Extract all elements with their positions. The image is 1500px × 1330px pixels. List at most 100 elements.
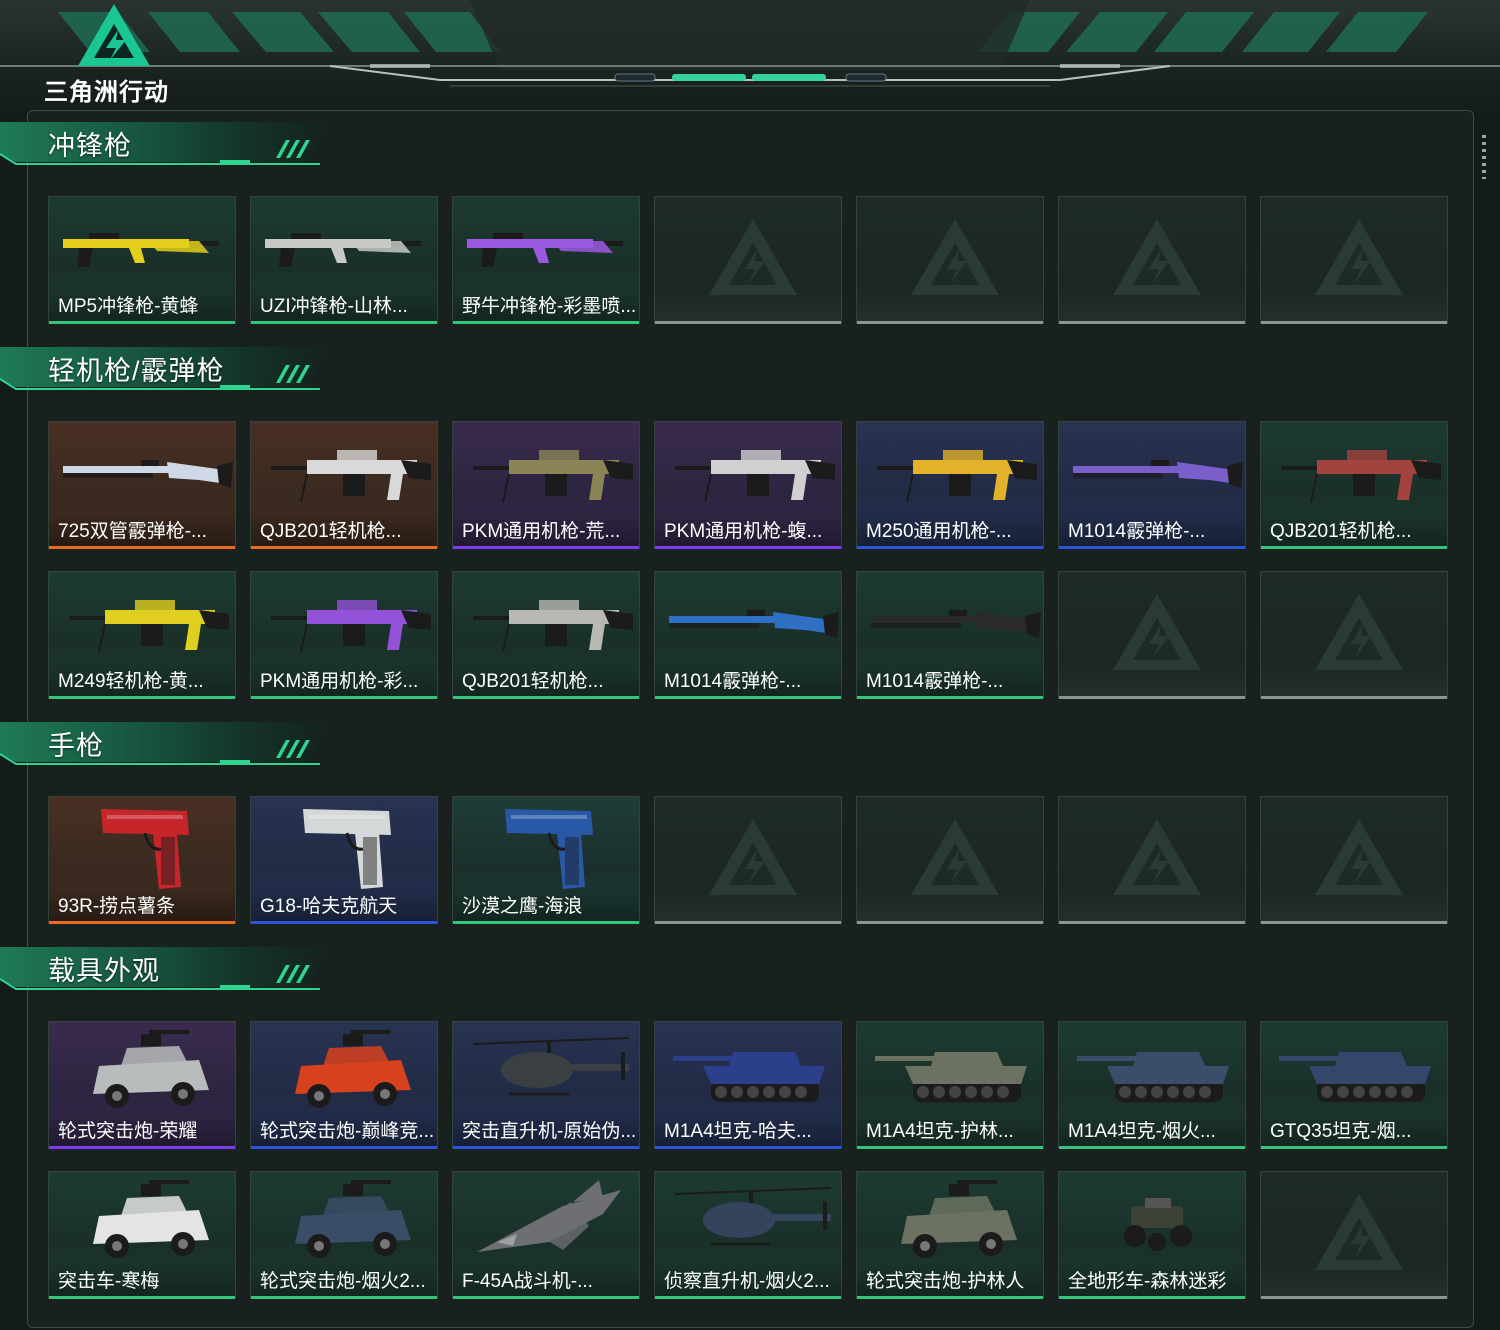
rarity-bar [49,921,235,924]
rarity-bar [49,1296,235,1299]
lmg-icon [675,450,835,503]
skin-card[interactable]: PKM通用机枪-荒... [452,421,640,549]
skin-card[interactable]: PKM通用机枪-彩... [250,571,438,699]
rarity-bar [453,921,639,924]
rarity-bar [49,321,235,324]
rarity-bar [1059,321,1245,324]
rarity-bar [453,1146,639,1149]
rarity-bar [251,546,437,549]
skin-card[interactable]: F-45A战斗机-... [452,1171,640,1299]
pistol-icon [101,809,189,889]
skin-name: 侦察直升机-烟火2... [664,1271,830,1292]
skin-name: 轮式突击炮-烟火2... [260,1271,426,1292]
skin-name: M1A4坦克-护林... [866,1121,1014,1142]
section-title: 轻机枪/霰弹枪 [48,356,225,386]
rarity-bar [251,321,437,324]
section-title: 载具外观 [48,956,160,986]
rarity-bar [655,696,841,699]
rarity-bar [1261,321,1447,324]
rarity-bar [655,1146,841,1149]
rarity-bar [857,921,1043,924]
lmg-icon [473,600,633,653]
skin-name: 轮式突击炮-荣耀 [58,1121,198,1142]
lmg-icon [473,450,633,503]
skin-card[interactable]: 轮式突击炮-护林人 [856,1171,1044,1299]
rarity-bar [1261,696,1447,699]
skin-card[interactable]: M1014霰弹枪-... [856,571,1044,699]
skin-card[interactable]: 725双管霰弹枪-... [48,421,236,549]
rarity-bar [1261,921,1447,924]
skin-card[interactable]: GTQ35坦克-烟... [1260,1021,1448,1149]
placeholder-logo-icon [709,219,797,295]
skin-card[interactable]: UZI冲锋枪-山林... [250,196,438,324]
triangle-logo-icon [78,4,150,66]
skin-card[interactable]: QJB201轻机枪... [1260,421,1448,549]
skin-name: QJB201轻机枪... [462,671,604,692]
skin-name: 725双管霰弹枪-... [58,521,207,542]
skin-name: M250通用机枪-... [866,521,1012,542]
skin-card[interactable]: M1014霰弹枪-... [654,571,842,699]
skin-card[interactable]: M250通用机枪-... [856,421,1044,549]
empty-slot [1260,796,1448,924]
empty-slot [654,196,842,324]
empty-slot [856,796,1044,924]
empty-slot [856,196,1044,324]
section-header: 载具外观 [0,943,340,999]
skin-card[interactable]: M1A4坦克-护林... [856,1021,1044,1149]
section-header: 轻机枪/霰弹枪 [0,343,340,399]
helicopter-icon [472,1037,630,1096]
section-header: 冲锋枪 [0,118,340,174]
skin-card[interactable]: M1A4坦克-哈夫... [654,1021,842,1149]
skin-card[interactable]: M249轻机枪-黄... [48,571,236,699]
helicopter-icon [674,1187,832,1246]
tank-icon [1077,1052,1229,1102]
skin-card[interactable]: 轮式突击炮-巅峰竞... [250,1021,438,1149]
skin-card[interactable]: 野牛冲锋枪-彩墨喷... [452,196,640,324]
atv-icon [1124,1198,1192,1251]
armored-car-icon [295,1180,411,1258]
skin-name: GTQ35坦克-烟... [1270,1121,1412,1142]
skin-card[interactable]: M1A4坦克-烟火... [1058,1021,1246,1149]
placeholder-logo-icon [1113,594,1201,670]
skin-card[interactable]: 沙漠之鹰-海浪 [452,796,640,924]
logo-text: 三角洲行动 [44,79,169,106]
rarity-bar [251,1146,437,1149]
skin-card[interactable]: QJB201轻机枪... [250,421,438,549]
skin-card[interactable]: MP5冲锋枪-黄蜂 [48,196,236,324]
shotgun-icon [1073,460,1243,488]
skin-card[interactable]: 93R-捞点薯条 [48,796,236,924]
skin-card[interactable]: G18-哈夫克航天 [250,796,438,924]
tank-icon [875,1052,1027,1102]
skin-card[interactable]: 突击车-寒梅 [48,1171,236,1299]
section-title: 手枪 [48,731,104,761]
skin-card[interactable]: 轮式突击炮-荣耀 [48,1021,236,1149]
lmg-icon [271,450,431,503]
section-title: 冲锋枪 [48,131,132,161]
shotgun-icon [669,610,839,638]
empty-slot [1058,796,1246,924]
placeholder-logo-icon [1315,594,1403,670]
skin-name: PKM通用机枪-蝮... [664,521,823,542]
scrollbar-handle[interactable] [1482,135,1486,179]
rarity-bar [251,696,437,699]
skin-card[interactable]: 全地形车-森林迷彩 [1058,1171,1246,1299]
rarity-bar [49,696,235,699]
skin-name: UZI冲锋枪-山林... [260,296,408,317]
skin-name: 野牛冲锋枪-彩墨喷... [462,296,635,317]
skin-card[interactable]: 轮式突击炮-烟火2... [250,1171,438,1299]
skin-card[interactable]: 侦察直升机-烟火2... [654,1171,842,1299]
armored-car-icon [93,1030,209,1108]
shotgun-icon [63,460,233,488]
rarity-bar [251,921,437,924]
lmg-icon [69,600,229,653]
placeholder-logo-icon [709,819,797,895]
rarity-bar [655,921,841,924]
armored-car-icon [93,1180,209,1258]
rarity-bar [655,1296,841,1299]
rarity-bar [1059,546,1245,549]
skin-card[interactable]: 突击直升机-原始伪... [452,1021,640,1149]
skin-card[interactable]: PKM通用机枪-蝮... [654,421,842,549]
skin-name: F-45A战斗机-... [462,1271,593,1292]
skin-card[interactable]: M1014霰弹枪-... [1058,421,1246,549]
skin-card[interactable]: QJB201轻机枪... [452,571,640,699]
